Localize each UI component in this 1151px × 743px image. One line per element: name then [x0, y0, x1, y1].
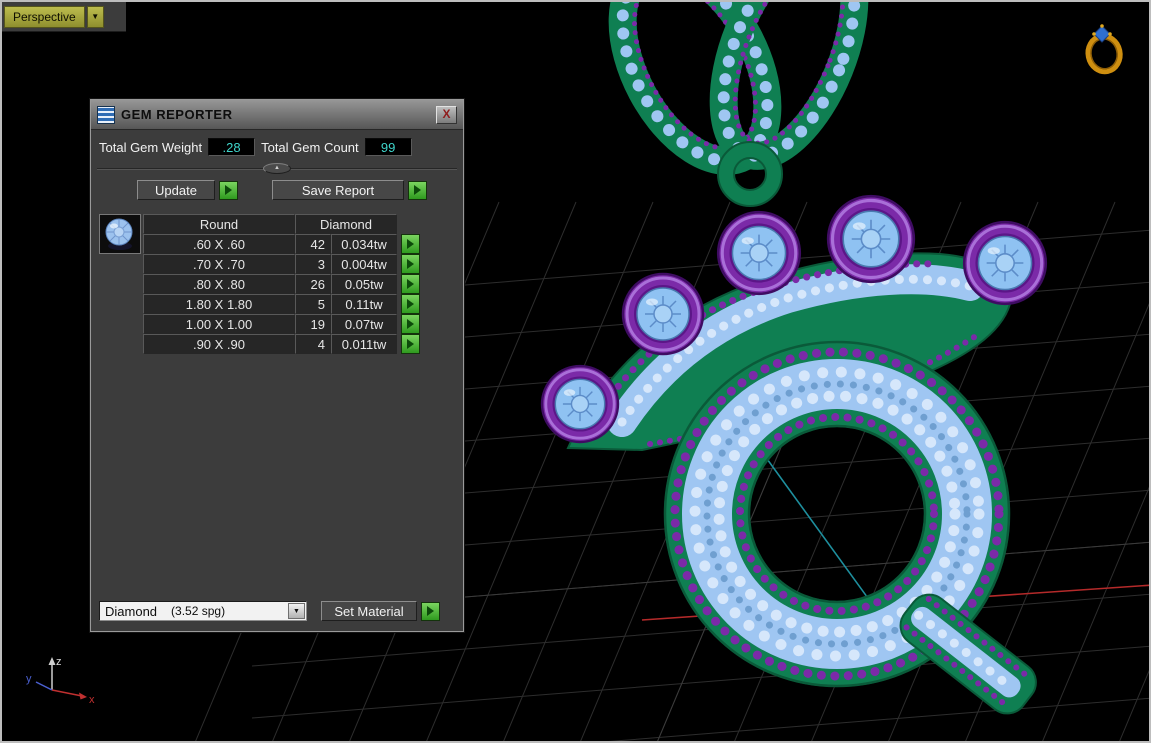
- gem-table: Round Diamond .60 X .60 42 0.034tw .70 X…: [143, 214, 420, 354]
- play-icon: [407, 239, 414, 249]
- gem-size: .90 X .90: [143, 334, 295, 354]
- gem-bezel: [716, 210, 802, 296]
- play-icon: [407, 339, 414, 349]
- gem-weight: 0.004tw: [331, 254, 397, 274]
- gem-weight: 0.034tw: [331, 234, 397, 254]
- gem-count: 42: [295, 234, 331, 254]
- play-icon: [414, 185, 421, 195]
- viewport-label: Perspective: [13, 9, 76, 24]
- viewport-tab[interactable]: Perspective: [4, 5, 85, 28]
- viewport-tab-dropdown[interactable]: ▼: [86, 5, 104, 28]
- play-icon: [407, 259, 414, 269]
- play-icon: [427, 606, 434, 616]
- gem-count: 26: [295, 274, 331, 294]
- total-weight-label: Total Gem Weight: [99, 139, 203, 155]
- gold-ring-logo: [1085, 24, 1123, 75]
- play-icon: [225, 185, 232, 195]
- material-spg: (3.52 spg): [171, 604, 226, 618]
- play-icon: [407, 319, 414, 329]
- gem-size: .70 X .70: [143, 254, 295, 274]
- gem-weight: 0.05tw: [331, 274, 397, 294]
- gem-reporter-dialog: GEM REPORTER X Total Gem Weight .28 Tota…: [90, 99, 464, 632]
- save-report-button[interactable]: Save Report: [272, 180, 404, 200]
- table-row: 1.00 X 1.00 19 0.07tw: [143, 314, 420, 334]
- dialog-titlebar[interactable]: GEM REPORTER X: [91, 100, 463, 130]
- play-icon: [407, 299, 414, 309]
- set-material-button[interactable]: Set Material: [321, 601, 417, 621]
- app-window: z y x Perspective ▼ GEM REPORTER X Total…: [0, 0, 1151, 743]
- totals-row: Total Gem Weight .28 Total Gem Count 99: [99, 138, 455, 156]
- viewport-topbar: Perspective ▼: [2, 2, 126, 32]
- collapse-toggle[interactable]: ▲: [263, 162, 291, 174]
- gem-count: 19: [295, 314, 331, 334]
- table-row: .60 X .60 42 0.034tw: [143, 234, 420, 254]
- material-selected: Diamond: [105, 603, 158, 619]
- gem-size: .80 X .80: [143, 274, 295, 294]
- row-select-button[interactable]: [401, 274, 420, 294]
- update-button[interactable]: Update: [137, 180, 215, 200]
- table-row: .90 X .90 4 0.011tw: [143, 334, 420, 354]
- gem-weight: 0.07tw: [331, 314, 397, 334]
- gem-count: 3: [295, 254, 331, 274]
- actions-row: Update Save Report: [137, 180, 463, 200]
- gem-reporter-icon: [97, 105, 115, 124]
- gem-size: 1.80 X 1.80: [143, 294, 295, 314]
- axis-gizmo: z y x: [26, 656, 95, 706]
- gem-count: 4: [295, 334, 331, 354]
- axis-x-label: x: [89, 694, 95, 706]
- gem-size: .60 X .60: [143, 234, 295, 254]
- table-row: 1.80 X 1.80 5 0.11tw: [143, 294, 420, 314]
- gem-bezel: [826, 194, 916, 284]
- row-select-button[interactable]: [401, 334, 420, 354]
- gem-bezel: [962, 220, 1048, 306]
- table-row: .80 X .80 26 0.05tw: [143, 274, 420, 294]
- row-select-button[interactable]: [401, 234, 420, 254]
- chevron-down-icon: ▼: [293, 607, 300, 615]
- gem-type-icon: [99, 214, 141, 254]
- material-header: Diamond: [295, 214, 397, 234]
- gem-bezel: [621, 272, 705, 356]
- set-material-go-button[interactable]: [421, 601, 440, 621]
- expander-row: ▲: [91, 160, 463, 176]
- axis-z-label: z: [56, 656, 62, 668]
- close-button[interactable]: X: [436, 105, 457, 124]
- total-count-value: 99: [364, 138, 412, 156]
- material-dropdown[interactable]: Diamond (3.52 spg) ▼: [99, 601, 307, 621]
- total-count-label: Total Gem Count: [261, 139, 359, 155]
- row-select-button[interactable]: [401, 314, 420, 334]
- dialog-title: GEM REPORTER: [121, 107, 233, 122]
- round-gem-icon: [105, 218, 133, 250]
- gem-size: 1.00 X 1.00: [143, 314, 295, 334]
- pendant-bail: [608, 2, 869, 207]
- total-weight-value: .28: [208, 138, 256, 156]
- material-row: Diamond (3.52 spg) ▼ Set Material: [99, 601, 455, 621]
- table-row: .70 X .70 3 0.004tw: [143, 254, 420, 274]
- gem-bezel: [540, 364, 620, 444]
- table-header-row: Round Diamond: [143, 214, 420, 234]
- dialog-spacer: [91, 354, 463, 601]
- dropdown-arrow-button[interactable]: ▼: [288, 603, 305, 619]
- row-select-button[interactable]: [401, 254, 420, 274]
- row-select-button[interactable]: [401, 294, 420, 314]
- gem-count: 5: [295, 294, 331, 314]
- gem-table-area: Round Diamond .60 X .60 42 0.034tw .70 X…: [99, 214, 463, 354]
- gem-weight: 0.011tw: [331, 334, 397, 354]
- shape-header: Round: [143, 214, 295, 234]
- save-report-go-button[interactable]: [408, 180, 427, 200]
- gem-weight: 0.11tw: [331, 294, 397, 314]
- update-go-button[interactable]: [219, 180, 238, 200]
- chevron-down-icon: ▼: [91, 12, 100, 21]
- play-icon: [407, 279, 414, 289]
- pendant-model: [540, 2, 1048, 715]
- axis-y-label: y: [26, 673, 32, 685]
